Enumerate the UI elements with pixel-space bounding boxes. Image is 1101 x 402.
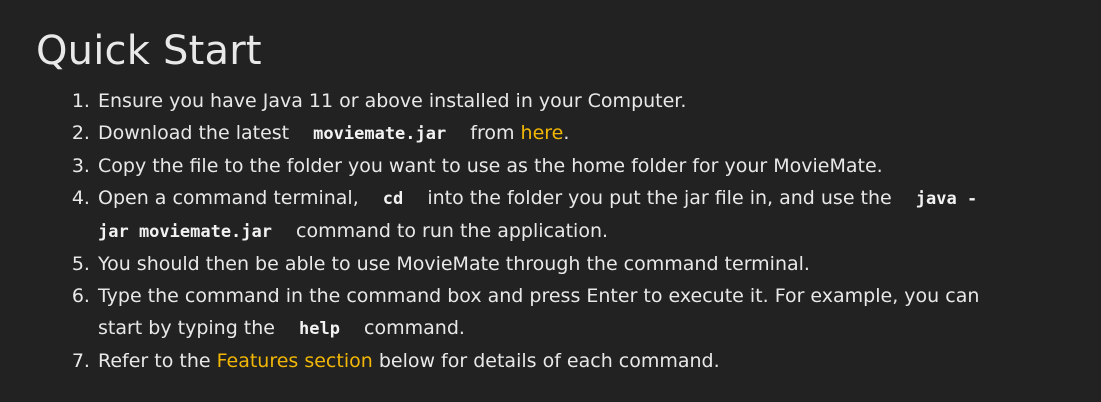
step-4-text-after: command to run the application. xyxy=(296,220,609,242)
step-3-text: Copy the file to the folder you want to … xyxy=(98,155,883,177)
step-2: Download the latest moviemate.jar from h… xyxy=(96,117,1006,150)
step-2-text-after: . xyxy=(563,122,570,144)
help-command-code: help xyxy=(299,319,340,339)
quick-start-steps: Ensure you have Java 11 or above install… xyxy=(36,85,1006,377)
step-5-text: You should then be able to use MovieMate… xyxy=(98,253,810,275)
jar-filename-code: moviemate.jar xyxy=(313,124,447,144)
features-section-link[interactable]: Features section xyxy=(217,350,373,372)
step-5: You should then be able to use MovieMate… xyxy=(96,248,1006,280)
step-2-text-mid: from xyxy=(470,122,515,144)
step-7: Refer to the Features section below for … xyxy=(96,345,1006,377)
step-7-text-before: Refer to the xyxy=(98,350,211,372)
cd-command-code: cd xyxy=(382,189,404,209)
step-3: Copy the file to the folder you want to … xyxy=(96,150,1006,182)
step-6: Type the command in the command box and … xyxy=(96,280,1006,345)
step-4: Open a command terminal, cd into the fol… xyxy=(96,182,1006,248)
step-1-text: Ensure you have Java 11 or above install… xyxy=(98,90,687,112)
step-1: Ensure you have Java 11 or above install… xyxy=(96,85,1006,117)
download-here-link[interactable]: here xyxy=(521,122,564,144)
step-6-text-after: command. xyxy=(364,317,465,339)
step-4-text-mid: into the folder you put the jar file in,… xyxy=(427,187,892,209)
step-4-text-before: Open a command terminal, xyxy=(98,187,359,209)
page-title: Quick Start xyxy=(36,28,262,74)
step-2-text-before: Download the latest xyxy=(98,122,290,144)
step-7-text-after: below for details of each command. xyxy=(378,350,720,372)
page: Quick Start Ensure you have Java 11 or a… xyxy=(0,0,1101,402)
step-6-text-before: Type the command in the command box and … xyxy=(98,285,980,339)
